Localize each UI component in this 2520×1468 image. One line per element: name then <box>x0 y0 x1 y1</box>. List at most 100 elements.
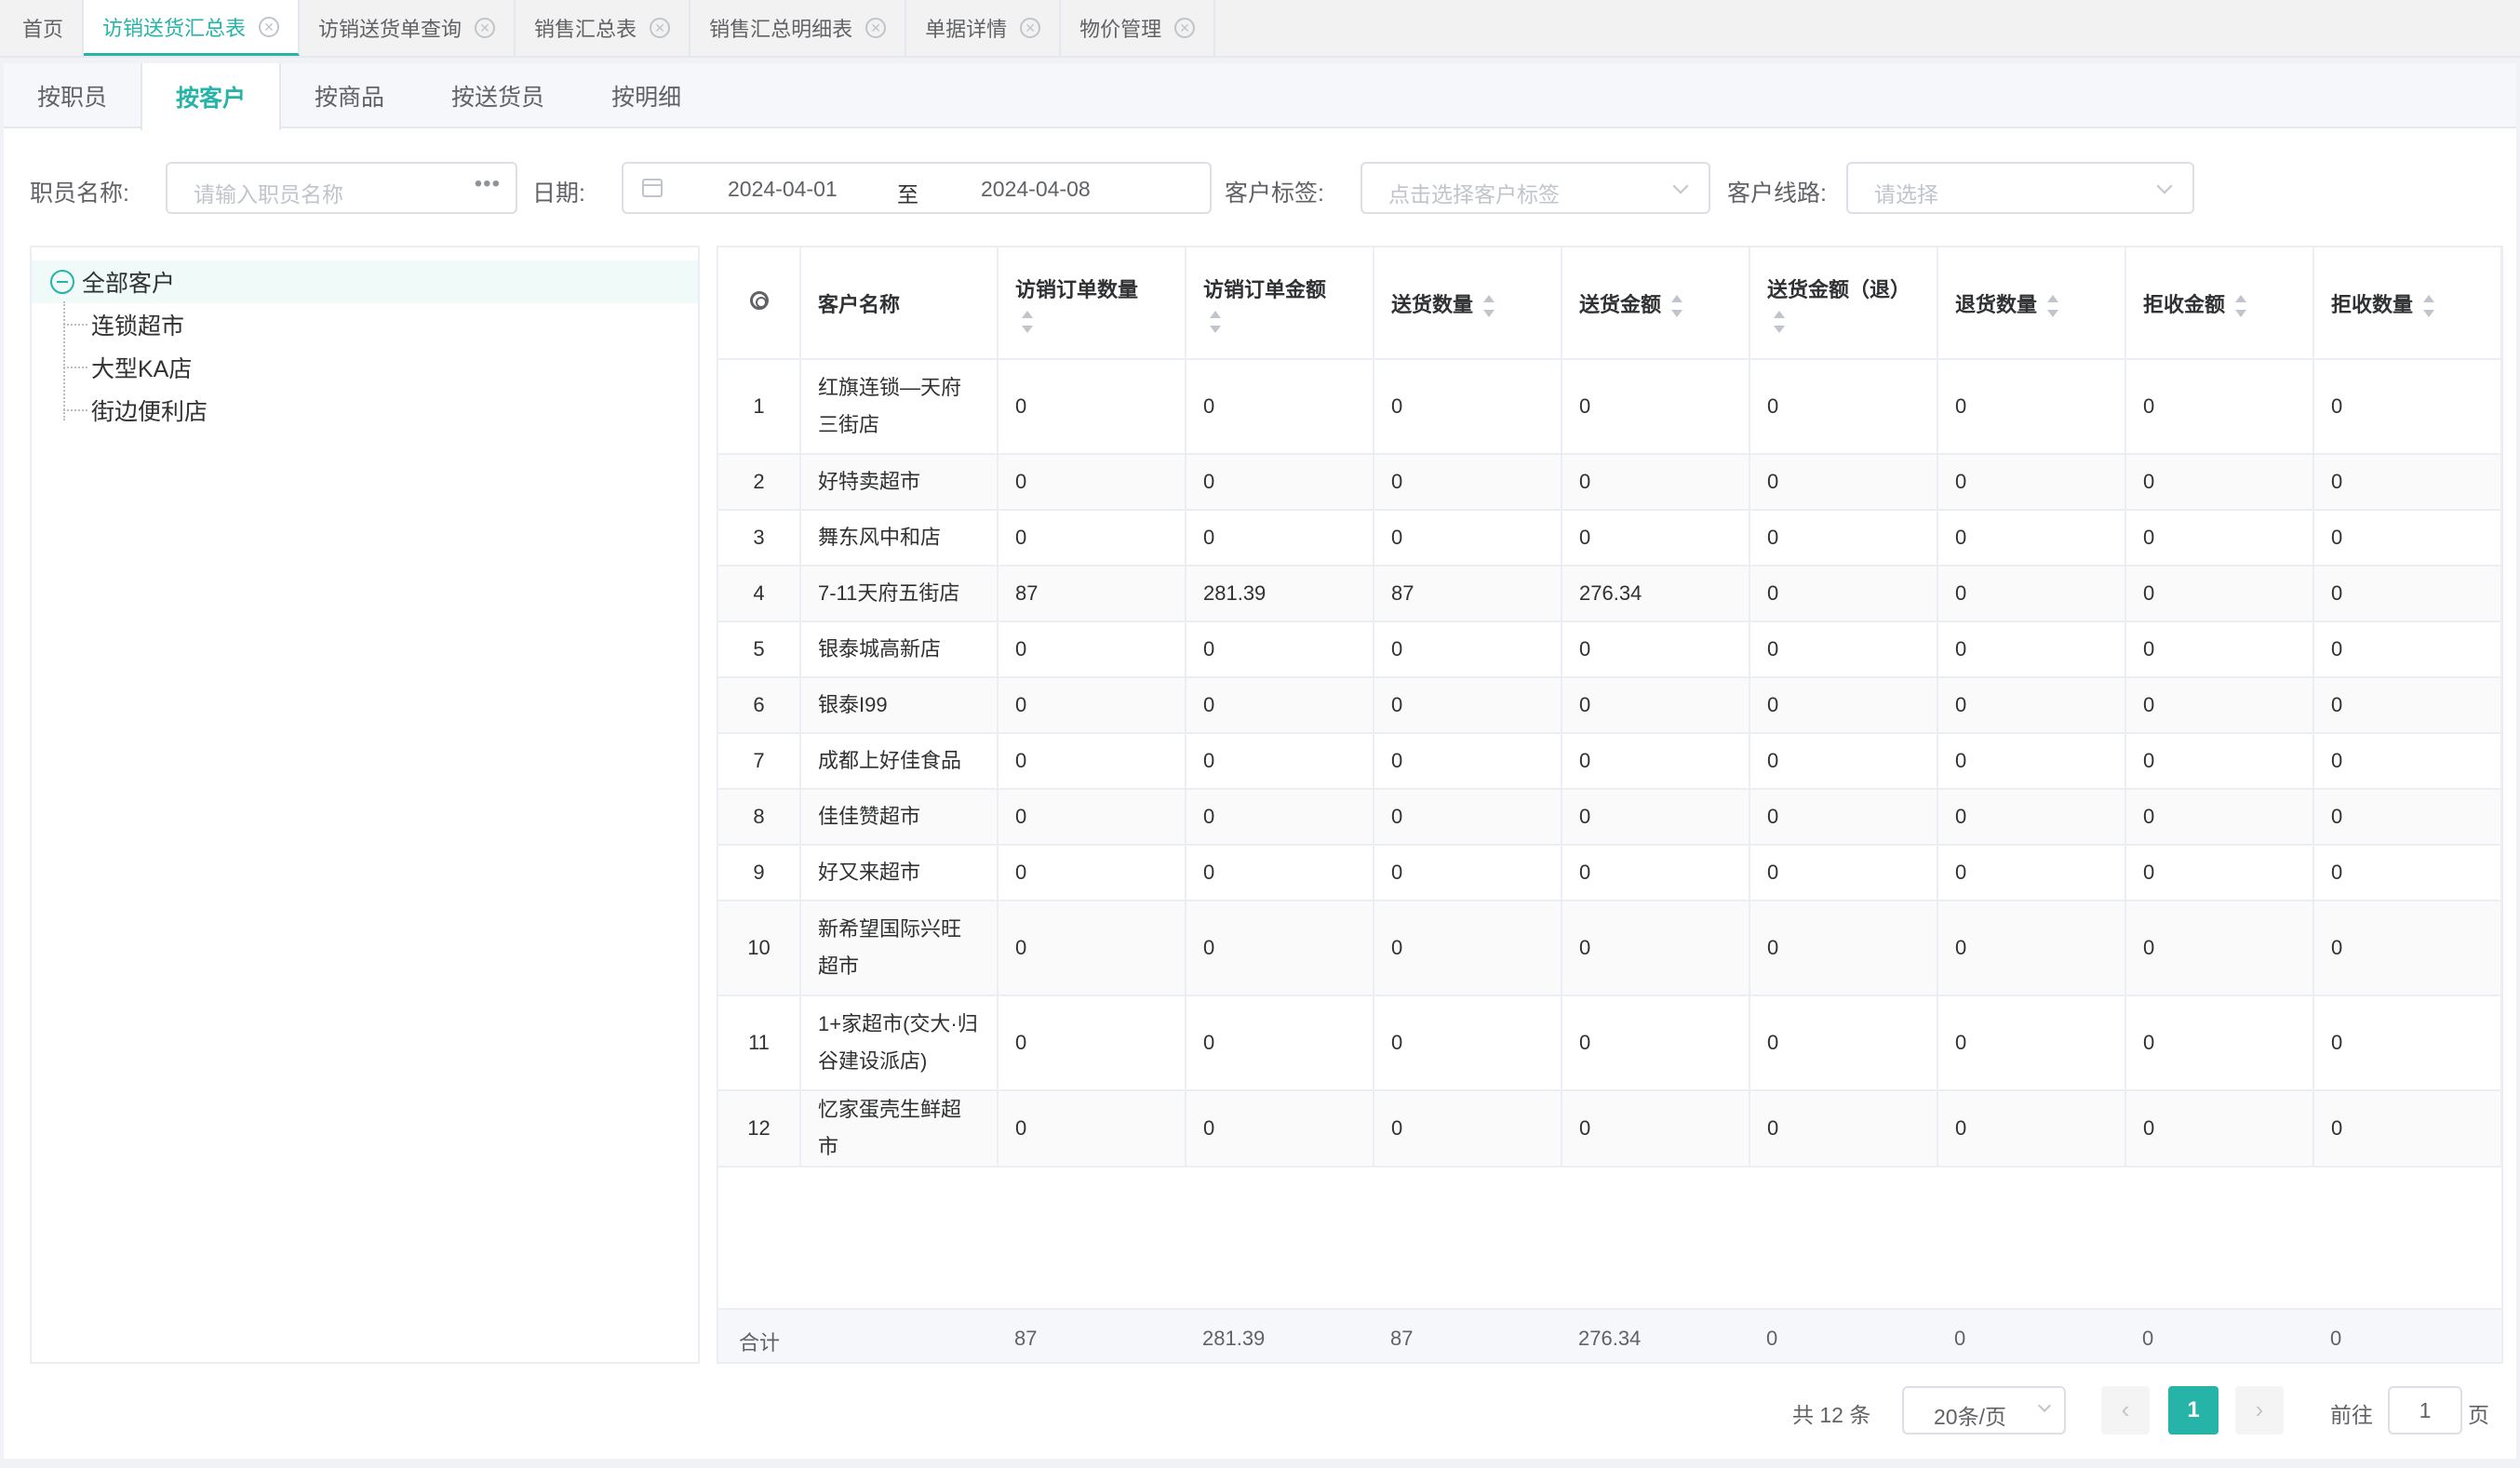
table-row[interactable]: 1 红旗连锁—天府三街店 0 0 0 0 0 0 0 0 <box>718 359 2501 455</box>
page-tab-price-management[interactable]: 物价管理 ✕ <box>1061 0 1216 56</box>
tree-node-convenience-store[interactable]: 街边便利店 <box>63 389 208 432</box>
customer-tag-select[interactable]: 点击选择客户标签 <box>1361 162 1710 214</box>
value-cell: 0 <box>1937 901 2126 996</box>
page-tab-delivery-query[interactable]: 访销送货单查询 ✕ <box>300 0 516 56</box>
header-delivery-amount[interactable]: 送货金额 <box>1562 247 1750 360</box>
value-cell: 0 <box>1562 1090 1750 1168</box>
value-cell: 0 <box>1374 995 1562 1091</box>
close-icon[interactable]: ✕ <box>259 16 280 37</box>
table-row[interactable]: 12 忆家蛋壳生鲜超市 0 0 0 0 0 0 0 0 <box>718 1090 2501 1168</box>
customer-route-select[interactable]: 请选择 <box>1846 162 2194 214</box>
header-label: 拒收金额 <box>2143 292 2226 316</box>
value-cell: 0 <box>1937 510 2126 567</box>
header-reject-qty[interactable]: 拒收数量 <box>2313 247 2501 360</box>
value-cell: 0 <box>2313 995 2501 1091</box>
sort-icon[interactable] <box>2046 294 2059 317</box>
table-row[interactable]: 3 舞东风中和店 0 0 0 0 0 0 0 0 <box>718 510 2501 567</box>
row-index: 10 <box>718 901 801 996</box>
tree-node-label: 街边便利店 <box>91 399 208 425</box>
page-tab-sales-summary[interactable]: 销售汇总表 ✕ <box>516 0 691 56</box>
tree-node-chain-supermarket[interactable]: 连锁超市 <box>63 303 184 346</box>
table-row[interactable]: 11 1+家超市(交大·归谷建设派店) 0 0 0 0 0 0 0 0 <box>718 995 2501 1091</box>
value-cell: 0 <box>2313 901 2501 996</box>
header-delivery-qty[interactable]: 送货数量 <box>1374 247 1562 360</box>
value-cell: 0 <box>1749 845 1938 901</box>
value-cell: 0 <box>1186 677 1374 734</box>
summary-cell: 276.34 <box>1578 1327 1642 1350</box>
close-icon[interactable]: ✕ <box>1174 18 1196 38</box>
tab-by-deliverer[interactable]: 按送货员 <box>418 63 578 128</box>
sort-icon[interactable] <box>1482 294 1495 317</box>
value-cell: 0 <box>2313 789 2501 846</box>
page-tab-sales-detail[interactable]: 销售汇总明细表 ✕ <box>690 0 907 56</box>
summary-row: 合计 87 281.39 87 276.34 0 0 0 0 <box>718 1308 2501 1362</box>
row-index: 12 <box>718 1090 801 1168</box>
table-row[interactable]: 8 佳佳赞超市 0 0 0 0 0 0 0 0 <box>718 789 2501 846</box>
table-row[interactable]: 2 好特卖超市 0 0 0 0 0 0 0 0 <box>718 454 2501 511</box>
header-reject-amount[interactable]: 拒收金额 <box>2125 247 2314 360</box>
employee-input[interactable]: 请输入职员名称 ••• <box>166 162 517 214</box>
value-cell: 0 <box>998 733 1186 790</box>
table-row[interactable]: 9 好又来超市 0 0 0 0 0 0 0 0 <box>718 845 2501 901</box>
header-return-qty[interactable]: 退货数量 <box>1937 247 2126 360</box>
page-tab-document-detail[interactable]: 单据详情 ✕ <box>906 0 1062 56</box>
header-delivery-return-amount[interactable]: 送货金额（退） <box>1749 247 1938 360</box>
more-icon[interactable]: ••• <box>475 171 501 197</box>
sort-icon[interactable] <box>2234 294 2247 317</box>
tab-by-customer[interactable]: 按客户 <box>141 63 282 130</box>
date-separator: 至 <box>897 182 918 207</box>
table-row[interactable]: 6 银泰I99 0 0 0 0 0 0 0 0 <box>718 677 2501 734</box>
sort-icon[interactable] <box>1773 310 1786 333</box>
value-cell: 0 <box>2125 510 2314 567</box>
table-row[interactable]: 5 银泰城高新店 0 0 0 0 0 0 0 0 <box>718 621 2501 678</box>
value-cell: 0 <box>1562 510 1750 567</box>
collapse-icon[interactable] <box>50 270 74 294</box>
value-cell: 0 <box>1749 566 1938 622</box>
value-cell: 0 <box>1937 845 2126 901</box>
value-cell: 0 <box>1374 621 1562 678</box>
page-number-current[interactable]: 1 <box>2168 1386 2218 1435</box>
sort-icon[interactable] <box>2422 294 2435 317</box>
value-cell: 0 <box>998 621 1186 678</box>
value-cell: 0 <box>1186 621 1374 678</box>
page-tab-delivery-summary[interactable]: 访销送货汇总表 ✕ <box>84 0 301 56</box>
date-start[interactable]: 2024-04-01 <box>728 177 838 202</box>
tree-node-all-customers[interactable]: 全部客户 <box>32 260 698 303</box>
value-cell: 0 <box>1749 1090 1938 1168</box>
page-size-select[interactable]: 20条/页 <box>1902 1386 2066 1435</box>
next-page-button[interactable]: › <box>2235 1386 2284 1435</box>
table-row[interactable]: 7 成都上好佳食品 0 0 0 0 0 0 0 0 <box>718 733 2501 790</box>
settings-icon[interactable] <box>749 290 769 310</box>
page-suffix: 页 <box>2468 1403 2489 1427</box>
value-cell: 0 <box>1186 789 1374 846</box>
goto-page-input[interactable]: 1 <box>2388 1386 2462 1435</box>
header-visit-order-qty[interactable]: 访销订单数量 <box>998 247 1186 360</box>
page-tab-home[interactable]: 首页 <box>4 0 85 56</box>
value-cell: 0 <box>1749 733 1938 790</box>
row-index: 11 <box>718 995 801 1091</box>
date-end[interactable]: 2024-04-08 <box>981 177 1091 202</box>
date-range-picker[interactable]: 2024-04-01 至 2024-04-08 <box>622 162 1212 214</box>
value-cell: 0 <box>2313 359 2501 455</box>
column-settings[interactable] <box>718 247 801 360</box>
row-index: 1 <box>718 359 801 455</box>
tab-by-product[interactable]: 按商品 <box>281 63 418 128</box>
value-cell: 0 <box>1186 733 1374 790</box>
sort-icon[interactable] <box>1670 294 1683 317</box>
prev-page-button[interactable]: ‹ <box>2101 1386 2150 1435</box>
tab-by-employee[interactable]: 按职员 <box>4 63 141 128</box>
sort-icon[interactable] <box>1021 310 1034 333</box>
tab-by-detail[interactable]: 按明细 <box>578 63 715 128</box>
close-icon[interactable]: ✕ <box>1020 18 1041 38</box>
tree-node-ka-store[interactable]: 大型KA店 <box>63 346 192 389</box>
header-visit-order-amount[interactable]: 访销订单金额 <box>1186 247 1374 360</box>
value-cell: 87 <box>998 566 1186 622</box>
table-row[interactable]: 4 7-11天府五街店 87 281.39 87 276.34 0 0 0 0 <box>718 566 2501 622</box>
close-icon[interactable]: ✕ <box>650 18 671 38</box>
table-row[interactable]: 10 新希望国际兴旺超市 0 0 0 0 0 0 0 0 <box>718 901 2501 996</box>
value-cell: 0 <box>1374 901 1562 996</box>
close-icon[interactable]: ✕ <box>865 18 887 38</box>
sort-icon[interactable] <box>1209 310 1222 333</box>
close-icon[interactable]: ✕ <box>475 18 496 38</box>
page-tab-label: 销售汇总表 <box>534 18 637 41</box>
